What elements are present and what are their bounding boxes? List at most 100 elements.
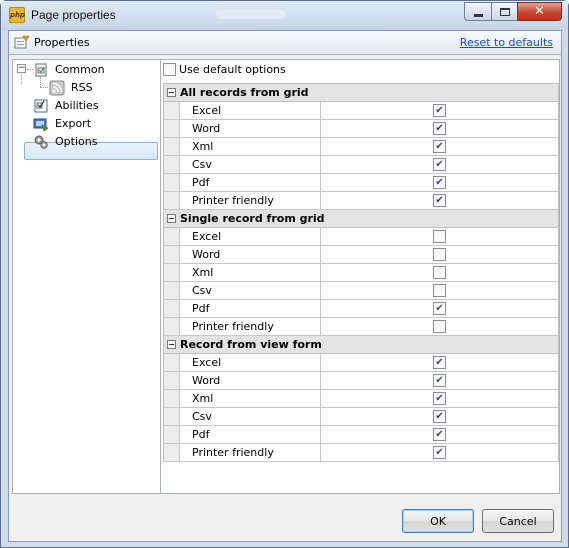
tree-node-export[interactable]: Export: [33, 115, 94, 132]
grid-row: Excel: [164, 102, 558, 120]
row-name: Word: [180, 372, 321, 389]
grid-row: Word: [164, 246, 558, 264]
grid-row: Csv: [164, 282, 558, 300]
row-name: Csv: [180, 156, 321, 173]
group-title: All records from grid: [180, 86, 309, 99]
maximize-icon: [499, 7, 510, 16]
maximize-button[interactable]: [491, 2, 517, 21]
grid-row: Word: [164, 372, 558, 390]
row-checkbox[interactable]: [433, 158, 446, 171]
row-checkbox[interactable]: [433, 284, 446, 297]
grid-row: Excel: [164, 228, 558, 246]
row-checkbox[interactable]: [433, 230, 446, 243]
collapse-icon[interactable]: [167, 214, 176, 223]
grid-row: Csv: [164, 156, 558, 174]
row-checkbox[interactable]: [433, 392, 446, 405]
row-name: Word: [180, 120, 321, 137]
row-checkbox[interactable]: [433, 374, 446, 387]
tree-label: RSS: [71, 81, 93, 94]
reset-to-defaults-link[interactable]: Reset to defaults: [460, 36, 553, 49]
export-icon: [33, 118, 49, 131]
row-name: Pdf: [180, 300, 321, 317]
row-checkbox[interactable]: [433, 410, 446, 423]
row-checkbox[interactable]: [433, 248, 446, 261]
tree-label: Abilities: [55, 99, 99, 112]
tree-node-options[interactable]: Options: [33, 133, 100, 150]
collapse-icon[interactable]: [167, 88, 176, 97]
grid-row: Xml: [164, 138, 558, 156]
row-name: Xml: [180, 138, 321, 155]
row-checkbox[interactable]: [433, 104, 446, 117]
row-name: Xml: [180, 390, 321, 407]
window-title: Page properties: [31, 8, 116, 22]
page-properties-window: php Page properties ✕ Properties Reset t…: [0, 0, 569, 548]
row-name: Printer friendly: [180, 192, 321, 209]
caption-buttons: ✕: [464, 2, 562, 21]
grid-row: Pdf: [164, 300, 558, 318]
row-name: Pdf: [180, 174, 321, 191]
close-icon: ✕: [534, 4, 545, 19]
grid-row: Printer friendly: [164, 192, 558, 210]
row-checkbox[interactable]: [433, 266, 446, 279]
row-name: Excel: [180, 228, 321, 245]
grid-row: Printer friendly: [164, 318, 558, 336]
cancel-button[interactable]: Cancel: [482, 509, 554, 533]
row-name: Printer friendly: [180, 318, 321, 335]
row-checkbox[interactable]: [433, 320, 446, 333]
row-name: Excel: [180, 102, 321, 119]
row-name: Pdf: [180, 426, 321, 443]
tree-connector: [40, 77, 41, 87]
rss-icon: [49, 80, 65, 95]
tree-label: Options: [55, 135, 98, 148]
grid-row: Excel: [164, 354, 558, 372]
grid-row: Pdf: [164, 174, 558, 192]
row-checkbox[interactable]: [433, 176, 446, 189]
row-name: Printer friendly: [180, 444, 321, 461]
php-app-icon: php: [9, 7, 25, 23]
properties-icon: [14, 35, 30, 49]
row-checkbox[interactable]: [433, 194, 446, 207]
close-button[interactable]: ✕: [517, 2, 562, 21]
checkbox-box[interactable]: [163, 63, 176, 76]
tree-connector: [40, 87, 48, 88]
tree-node-rss[interactable]: RSS: [49, 79, 96, 96]
group-title: Single record from grid: [180, 212, 325, 225]
header-title: Properties: [34, 36, 90, 49]
dialog-client-area: Properties Reset to defaults − Common RS…: [8, 30, 562, 542]
grid-row: Xml: [164, 390, 558, 408]
tree-connector: [21, 74, 22, 84]
row-checkbox[interactable]: [433, 356, 446, 369]
row-checkbox[interactable]: [433, 428, 446, 441]
properties-tree: − Common RSS Abilities Export Options: [12, 59, 161, 494]
title-bar[interactable]: php Page properties ✕: [1, 1, 568, 30]
row-checkbox[interactable]: [433, 140, 446, 153]
row-checkbox[interactable]: [433, 446, 446, 459]
row-name: Csv: [180, 282, 321, 299]
collapse-icon[interactable]: [167, 340, 176, 349]
tree-node-common[interactable]: Common: [33, 61, 108, 78]
tree-node-abilities[interactable]: Abilities: [33, 97, 102, 114]
export-property-grid: All records from grid Excel Word Xml Csv…: [163, 83, 559, 462]
group-header-single-record[interactable]: Single record from grid: [164, 210, 558, 228]
minimize-button[interactable]: [464, 2, 491, 21]
grid-row: Printer friendly: [164, 444, 558, 462]
export-options-panel: Use default options All records from gri…: [160, 59, 560, 494]
tree-label: Common: [55, 63, 105, 76]
group-header-all-records[interactable]: All records from grid: [164, 84, 558, 102]
checklist-icon: [34, 99, 48, 112]
ok-button[interactable]: OK: [402, 509, 474, 533]
row-name: Csv: [180, 408, 321, 425]
row-checkbox[interactable]: [433, 302, 446, 315]
properties-header: Properties Reset to defaults: [9, 31, 561, 55]
gears-icon: [34, 135, 48, 149]
row-name: Excel: [180, 354, 321, 371]
tree-expander-common[interactable]: −: [17, 64, 26, 73]
row-name: Word: [180, 246, 321, 263]
minimize-icon: [473, 13, 483, 17]
group-header-view-form[interactable]: Record from view form: [164, 336, 558, 354]
use-default-options-checkbox[interactable]: Use default options: [163, 63, 286, 76]
row-checkbox[interactable]: [433, 122, 446, 135]
grid-row: Pdf: [164, 426, 558, 444]
grid-row: Csv: [164, 408, 558, 426]
use-default-options-label: Use default options: [179, 63, 286, 76]
